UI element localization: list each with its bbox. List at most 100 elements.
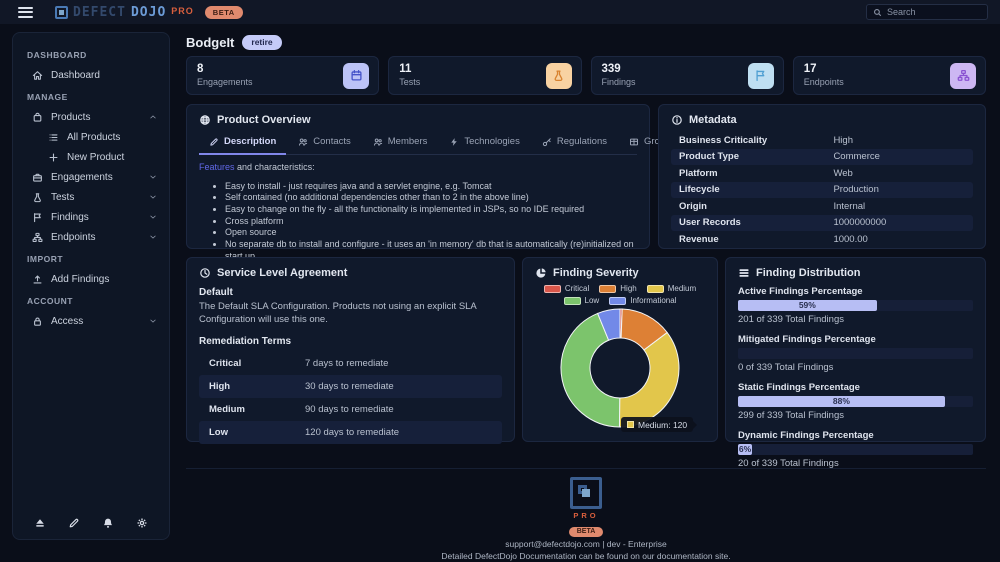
legend-item-low[interactable]: Low — [564, 296, 600, 305]
sidebar: DASHBOARDDashboardMANAGEProductsAll Prod… — [12, 32, 170, 540]
legend-item-critical[interactable]: Critical — [544, 284, 589, 293]
chevron-up-icon — [149, 113, 157, 121]
tab-technologies[interactable]: Technologies — [439, 132, 529, 155]
metadata-label: Product Type — [679, 151, 833, 162]
logo-text-dojo: DOJO — [131, 5, 166, 20]
pencil-icon[interactable] — [68, 517, 80, 529]
finding-distribution-title: Finding Distribution — [756, 267, 860, 279]
product-overview-card: Product Overview Description Contacts Memb… — [186, 104, 650, 249]
beta-badge: BETA — [205, 6, 243, 19]
sidebar-item-engagements[interactable]: Engagements — [13, 167, 169, 187]
description-bullet: Easy to install - just requires java and… — [225, 181, 637, 193]
description-bullet: Cross platform — [225, 216, 637, 228]
legend-label: High — [620, 284, 636, 293]
donut-segment-medium[interactable] — [619, 333, 679, 427]
stat-card-endpoints[interactable]: 17Endpoints — [793, 56, 986, 95]
description-bullet: Self contained (no additional dependenci… — [225, 192, 637, 204]
legend-swatch — [599, 285, 616, 293]
progress-track — [738, 348, 973, 359]
main-content: BodgeIt retire 8Engagements11Tests339Fin… — [186, 32, 986, 562]
sidebar-item-access[interactable]: Access — [13, 311, 169, 331]
stat-card-findings[interactable]: 339Findings — [591, 56, 784, 95]
sidebar-item-label: All Products — [67, 132, 120, 143]
sidebar-section-import: IMPORT — [13, 247, 169, 269]
sla-terms-title: Remediation Terms — [199, 336, 502, 347]
search-input[interactable] — [887, 7, 967, 17]
info-icon — [671, 114, 683, 126]
sla-title: Service Level Agreement — [217, 267, 347, 279]
people-icon — [373, 137, 383, 147]
metadata-label: Origin — [679, 201, 833, 212]
features-link[interactable]: Features — [199, 162, 235, 172]
sla-severity: High — [209, 381, 305, 392]
distribution-dynamic-findings-percentage: Dynamic Findings Percentage 6% 20 of 339 T… — [738, 430, 973, 469]
legend-item-medium[interactable]: Medium — [647, 284, 696, 293]
footer-support-line: support@defectdojo.com | dev - Enterpris… — [186, 538, 986, 550]
footer-beta-badge: BETA — [569, 527, 604, 537]
sla-severity: Low — [209, 427, 305, 438]
tab-label: Description — [224, 136, 276, 147]
sidebar-item-findings[interactable]: Findings — [13, 207, 169, 227]
search-box[interactable] — [866, 4, 988, 20]
legend-label: Informational — [630, 296, 676, 305]
sidebar-item-label: New Product — [67, 152, 124, 163]
sidebar-item-all-products[interactable]: All Products — [13, 127, 169, 147]
tab-members[interactable]: Members — [363, 132, 438, 155]
top-navbar: DEFECT DOJO PRO BETA — [0, 0, 1000, 24]
metadata-card: Metadata Business CriticalityHighProduct… — [658, 104, 986, 249]
table-icon — [629, 137, 639, 147]
sidebar-item-add-findings[interactable]: Add Findings — [13, 269, 169, 289]
distribution-label: Dynamic Findings Percentage — [738, 430, 973, 441]
description-lead: and characteristics: — [235, 162, 315, 172]
sla-config-name: Default — [199, 287, 502, 298]
tab-label: Members — [388, 136, 428, 147]
tab-label: Regulations — [557, 136, 607, 147]
sla-days: 120 days to remediate — [305, 427, 399, 438]
sla-days: 30 days to remediate — [305, 381, 394, 392]
sla-row-high: High30 days to remediate — [199, 375, 502, 398]
product-overview-header: Product Overview — [199, 114, 637, 126]
sidebar-item-new-product[interactable]: New Product — [13, 147, 169, 167]
stat-card-tests[interactable]: 11Tests — [388, 56, 581, 95]
bars-icon — [738, 267, 750, 279]
chevron-down-icon — [149, 213, 157, 221]
progress-track: 88% — [738, 396, 973, 407]
gear-icon[interactable] — [136, 517, 148, 529]
app-root: DEFECT DOJO PRO BETA DASHBOARDDashboardM… — [0, 0, 1000, 562]
flask-icon — [546, 63, 572, 89]
pencil-icon — [209, 137, 219, 147]
tab-label: Technologies — [464, 136, 519, 147]
metadata-label: User Records — [679, 217, 833, 228]
retire-badge[interactable]: retire — [242, 35, 281, 50]
sla-row-critical: Critical7 days to remediate — [199, 352, 502, 375]
defectdojo-logo[interactable]: DEFECT DOJO PRO BETA — [55, 5, 243, 20]
severity-donut-chart: Medium: 120 — [535, 307, 705, 429]
legend-item-informational[interactable]: Informational — [609, 296, 676, 305]
progress-track: 59% — [738, 300, 973, 311]
sidebar-section-manage: MANAGE — [13, 85, 169, 107]
stat-card-engagements[interactable]: 8Engagements — [186, 56, 379, 95]
progress-track: 6% — [738, 444, 973, 455]
eject-icon[interactable] — [34, 517, 46, 529]
sla-card: Service Level Agreement Default The Defa… — [186, 257, 515, 442]
sidebar-item-dashboard[interactable]: Dashboard — [13, 65, 169, 85]
key-icon — [542, 137, 552, 147]
tab-contacts[interactable]: Contacts — [288, 132, 361, 155]
hamburger-menu-icon[interactable] — [18, 7, 33, 18]
sidebar-item-products[interactable]: Products — [13, 107, 169, 127]
sidebar-item-tests[interactable]: Tests — [13, 187, 169, 207]
bell-icon[interactable] — [102, 517, 114, 529]
legend-label: Low — [585, 296, 600, 305]
distribution-caption: 20 of 339 Total Findings — [738, 458, 973, 469]
sidebar-item-endpoints[interactable]: Endpoints — [13, 227, 169, 247]
legend-item-high[interactable]: High — [599, 284, 636, 293]
pie-chart-icon — [535, 267, 547, 279]
finding-distribution-header: Finding Distribution — [738, 267, 973, 279]
metadata-value: Internal — [833, 201, 865, 212]
metadata-title: Metadata — [689, 114, 737, 126]
distribution-label: Active Findings Percentage — [738, 286, 973, 297]
tab-description[interactable]: Description — [199, 132, 286, 155]
sidebar-item-label: Access — [51, 316, 83, 327]
tab-regulations[interactable]: Regulations — [532, 132, 617, 155]
sidebar-section-account: ACCOUNT — [13, 289, 169, 311]
